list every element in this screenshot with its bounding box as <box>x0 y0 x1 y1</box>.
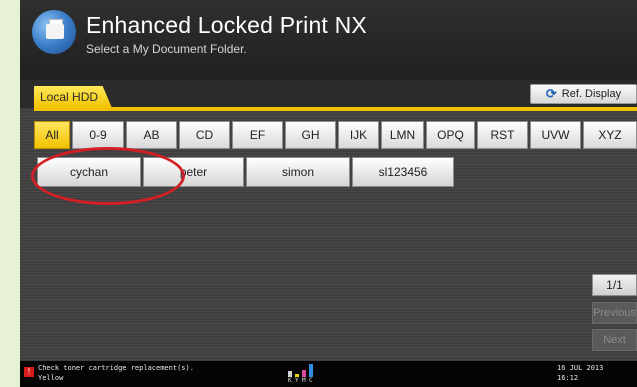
index-filter-gh[interactable]: GH <box>285 121 336 149</box>
printer-body-icon <box>46 24 64 39</box>
highlight-annotation <box>31 147 185 205</box>
index-filter-0-9[interactable]: 0-9 <box>72 121 124 149</box>
ref-display-button[interactable]: ⟳ Ref. Display <box>530 84 637 104</box>
printer-icon <box>32 10 76 54</box>
index-filter-rst[interactable]: RST <box>477 121 528 149</box>
index-filter-ef[interactable]: EF <box>232 121 283 149</box>
toner-label-k: K <box>288 377 292 384</box>
toner-bar-m <box>302 370 306 377</box>
tab-local-hdd[interactable]: Local HDD <box>34 86 112 108</box>
index-filter-lmn[interactable]: LMN <box>381 121 424 149</box>
index-filter-xyz[interactable]: XYZ <box>583 121 637 149</box>
toner-label-y: Y <box>295 377 299 384</box>
toner-level-gauge: K Y M C <box>288 364 318 384</box>
refresh-icon: ⟳ <box>545 86 557 101</box>
index-filter-opq[interactable]: OPQ <box>426 121 475 149</box>
toner-label-m: M <box>302 377 306 384</box>
toner-label-c: C <box>309 377 313 384</box>
ref-display-label: Ref. Display <box>561 88 622 100</box>
status-bar: ! Check toner cartridge replacement(s). … <box>20 361 637 387</box>
page-margin <box>0 0 20 387</box>
toner-bar-c <box>309 364 313 377</box>
page-title: Enhanced Locked Print NX <box>86 12 367 38</box>
status-message-detail: Yellow <box>38 374 64 382</box>
index-filter-uvw[interactable]: UVW <box>530 121 581 149</box>
previous-button[interactable]: Previous <box>592 302 637 324</box>
index-filter-ab[interactable]: AB <box>126 121 177 149</box>
tab-underline <box>34 107 637 111</box>
next-button[interactable]: Next <box>592 329 637 351</box>
warning-icon: ! <box>24 367 34 377</box>
index-filter-all[interactable]: All <box>34 121 70 149</box>
page-indicator: 1/1 <box>592 274 637 296</box>
folder-button-sl123456[interactable]: sl123456 <box>352 157 454 187</box>
status-date: 16 JUL 2013 <box>557 364 604 372</box>
status-message: Check toner cartridge replacement(s). <box>38 364 194 372</box>
app-header: Enhanced Locked Print NX Select a My Doc… <box>20 0 637 80</box>
printer-panel-screen: Enhanced Locked Print NX Select a My Doc… <box>20 0 637 387</box>
index-filter-cd[interactable]: CD <box>179 121 230 149</box>
index-filter-ijk[interactable]: IJK <box>338 121 379 149</box>
folder-button-simon[interactable]: simon <box>246 157 350 187</box>
status-time: 16:12 <box>557 374 579 382</box>
page-subtitle: Select a My Document Folder. <box>86 42 247 56</box>
